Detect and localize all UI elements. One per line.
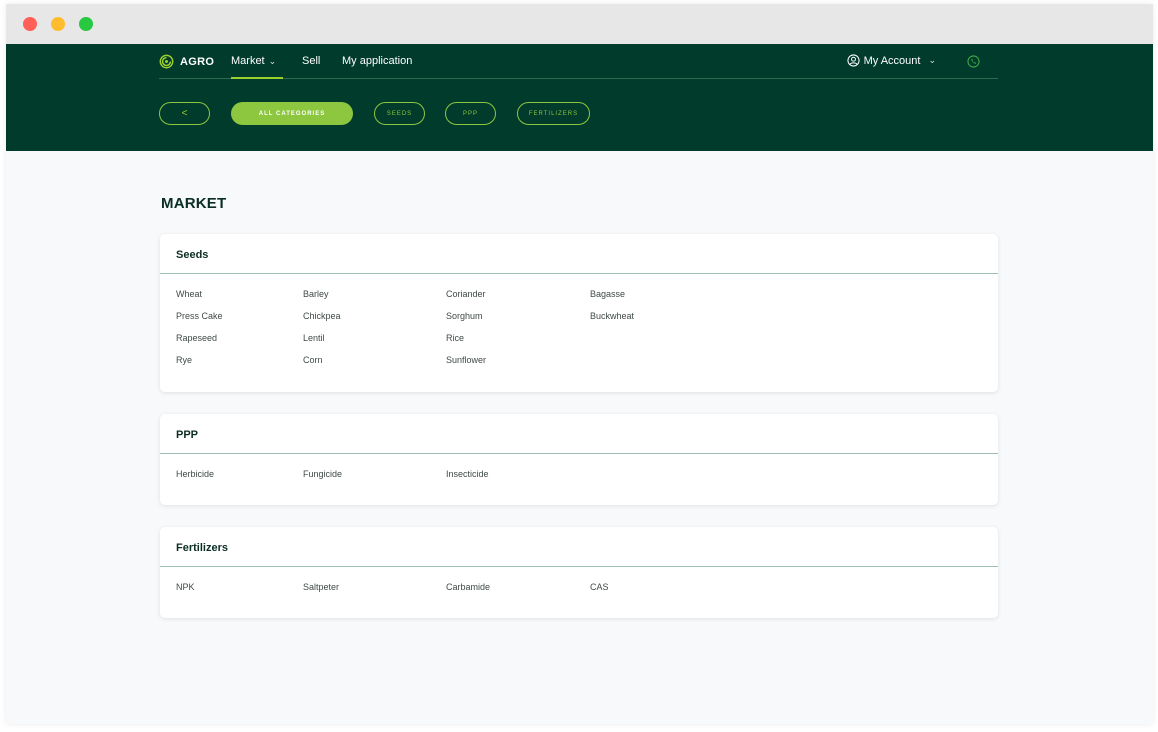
category-card-fertilizers: Fertilizers NPK Saltpeter Carbamide CAS <box>160 527 998 618</box>
category-item[interactable]: Press Cake <box>176 311 223 321</box>
account-menu[interactable]: My Account ⌄ <box>847 54 936 67</box>
site-header: AGRO Market ⌄ Sell My application My Acco… <box>6 44 1153 151</box>
chevron-down-icon: ⌄ <box>928 55 936 65</box>
category-title[interactable]: Seeds <box>176 249 208 261</box>
chevron-down-icon: ⌄ <box>268 56 277 66</box>
category-card-header: Seeds <box>160 234 998 274</box>
category-item[interactable]: NPK <box>176 582 195 592</box>
category-title[interactable]: PPP <box>176 429 198 441</box>
nav-active-indicator <box>231 77 283 79</box>
page-title: MARKET <box>161 195 227 212</box>
filter-seeds[interactable]: SEEDS <box>374 102 425 125</box>
category-card-ppp: PPP Herbicide Fungicide Insecticide <box>160 414 998 505</box>
category-item[interactable]: Sunflower <box>446 355 486 365</box>
category-item[interactable]: Insecticide <box>446 469 489 479</box>
user-circle-icon <box>847 54 860 67</box>
category-item[interactable]: Rice <box>446 333 464 343</box>
category-item[interactable]: Coriander <box>446 289 486 299</box>
category-item[interactable]: Herbicide <box>176 469 214 479</box>
top-navigation: AGRO Market ⌄ Sell My application My Acco… <box>159 44 998 79</box>
category-item[interactable]: Carbamide <box>446 582 490 592</box>
category-card-header: PPP <box>160 414 998 454</box>
filter-all-categories[interactable]: ALL CATEGORIES <box>231 102 353 125</box>
category-item[interactable]: Buckwheat <box>590 311 634 321</box>
agro-logo-icon <box>159 54 174 69</box>
phone-icon[interactable] <box>967 55 980 68</box>
close-window-icon[interactable] <box>23 17 37 31</box>
category-item[interactable]: Corn <box>303 355 323 365</box>
category-item[interactable]: Lentil <box>303 333 325 343</box>
nav-sell[interactable]: Sell <box>302 55 320 67</box>
maximize-window-icon[interactable] <box>79 17 93 31</box>
category-item[interactable]: Rye <box>176 355 192 365</box>
category-title[interactable]: Fertilizers <box>176 542 228 554</box>
category-item[interactable]: CAS <box>590 582 609 592</box>
category-item[interactable]: Bagasse <box>590 289 625 299</box>
account-label: My Account <box>863 54 921 67</box>
category-card-header: Fertilizers <box>160 527 998 567</box>
filter-fertilizers[interactable]: FERTILIZERS <box>517 102 590 125</box>
nav-my-application[interactable]: My application <box>342 55 412 67</box>
category-item[interactable]: Rapeseed <box>176 333 217 343</box>
category-item[interactable]: Chickpea <box>303 311 341 321</box>
chevron-left-icon: < <box>181 108 188 119</box>
category-card-seeds: Seeds Wheat Barley Coriander Bagasse Pre… <box>160 234 998 392</box>
brand-logo[interactable]: AGRO <box>159 54 214 69</box>
category-item[interactable]: Fungicide <box>303 469 342 479</box>
category-item[interactable]: Barley <box>303 289 329 299</box>
back-button[interactable]: < <box>159 102 210 125</box>
category-item[interactable]: Saltpeter <box>303 582 339 592</box>
nav-market[interactable]: Market ⌄ <box>231 55 276 67</box>
category-item[interactable]: Sorghum <box>446 311 483 321</box>
minimize-window-icon[interactable] <box>51 17 65 31</box>
window-titlebar <box>6 4 1153 44</box>
brand-name: AGRO <box>180 55 215 68</box>
nav-market-label: Market <box>231 55 265 67</box>
filter-ppp[interactable]: PPP <box>445 102 496 125</box>
category-item[interactable]: Wheat <box>176 289 202 299</box>
browser-window: AGRO Market ⌄ Sell My application My Acco… <box>6 4 1153 724</box>
